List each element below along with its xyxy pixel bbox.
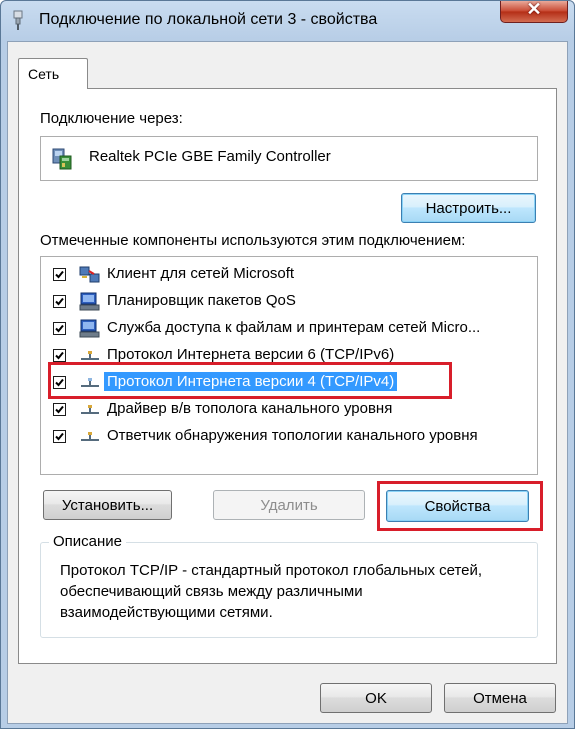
checkbox-ipv6[interactable] <box>53 349 66 362</box>
check-icon <box>55 297 64 306</box>
list-item[interactable]: Клиент для сетей Microsoft <box>53 263 537 287</box>
ipv4-highlight-box <box>48 362 452 399</box>
network-adapter-icon <box>52 148 72 170</box>
list-item[interactable]: Служба доступа к файлам и принтерам сете… <box>53 317 537 341</box>
configure-button[interactable]: Настроить... <box>401 193 536 223</box>
list-item-label: Ответчик обнаружения топологии канальног… <box>107 427 478 444</box>
tab-network-label: Сеть <box>28 66 60 82</box>
ok-button[interactable]: OK <box>320 683 432 713</box>
adapter-field: Realtek PCIe GBE Family Controller <box>40 136 538 181</box>
properties-highlight-box <box>377 481 543 531</box>
components-label: Отмеченные компоненты используются этим … <box>40 232 466 249</box>
check-icon <box>55 432 64 441</box>
list-item-label: Служба доступа к файлам и принтерам сете… <box>107 319 481 336</box>
check-icon <box>55 351 64 360</box>
install-button[interactable]: Установить... <box>43 490 172 520</box>
list-item-label: Планировщик пакетов QoS <box>107 292 296 309</box>
checkbox-client[interactable] <box>53 268 66 281</box>
checkbox-lltd-responder[interactable] <box>53 430 66 443</box>
connect-via-label: Подключение через: <box>40 110 183 127</box>
remove-button[interactable]: Удалить <box>213 490 365 520</box>
check-icon <box>55 270 64 279</box>
list-item[interactable]: Ответчик обнаружения топологии канальног… <box>53 425 537 449</box>
close-button[interactable]: ✕ <box>500 0 568 23</box>
protocol-icon <box>81 432 99 441</box>
checkbox-file-sharing[interactable] <box>53 322 66 335</box>
cancel-button[interactable]: Отмена <box>444 683 556 713</box>
check-icon <box>55 324 64 333</box>
checkbox-lltd-driver[interactable] <box>53 403 66 416</box>
list-item-label: Драйвер в/в тополога канального уровня <box>107 400 393 417</box>
list-item[interactable]: Драйвер в/в тополога канального уровня <box>53 398 537 422</box>
list-item-label: Клиент для сетей Microsoft <box>107 265 295 282</box>
description-title: Описание <box>49 533 127 550</box>
close-icon: ✕ <box>526 0 542 19</box>
checkbox-qos[interactable] <box>53 295 66 308</box>
network-plug-icon <box>13 10 23 30</box>
list-item-label: Протокол Интернета версии 6 (TCP/IPv6) <box>107 346 395 363</box>
adapter-name: Realtek PCIe GBE Family Controller <box>89 148 331 165</box>
tab-network[interactable]: Сеть <box>18 58 88 89</box>
title-bar[interactable]: Подключение по локальной сети 3 - свойст… <box>1 0 574 41</box>
network-service-icon <box>79 292 100 311</box>
description-text: Протокол TCP/IP - стандартный протокол г… <box>60 562 483 621</box>
network-client-icon <box>79 266 100 283</box>
check-icon <box>55 405 64 414</box>
protocol-icon <box>81 405 99 414</box>
window-title: Подключение по локальной сети 3 - свойст… <box>39 11 378 28</box>
network-service-icon <box>79 319 100 338</box>
list-item[interactable]: Планировщик пакетов QoS <box>53 290 537 314</box>
